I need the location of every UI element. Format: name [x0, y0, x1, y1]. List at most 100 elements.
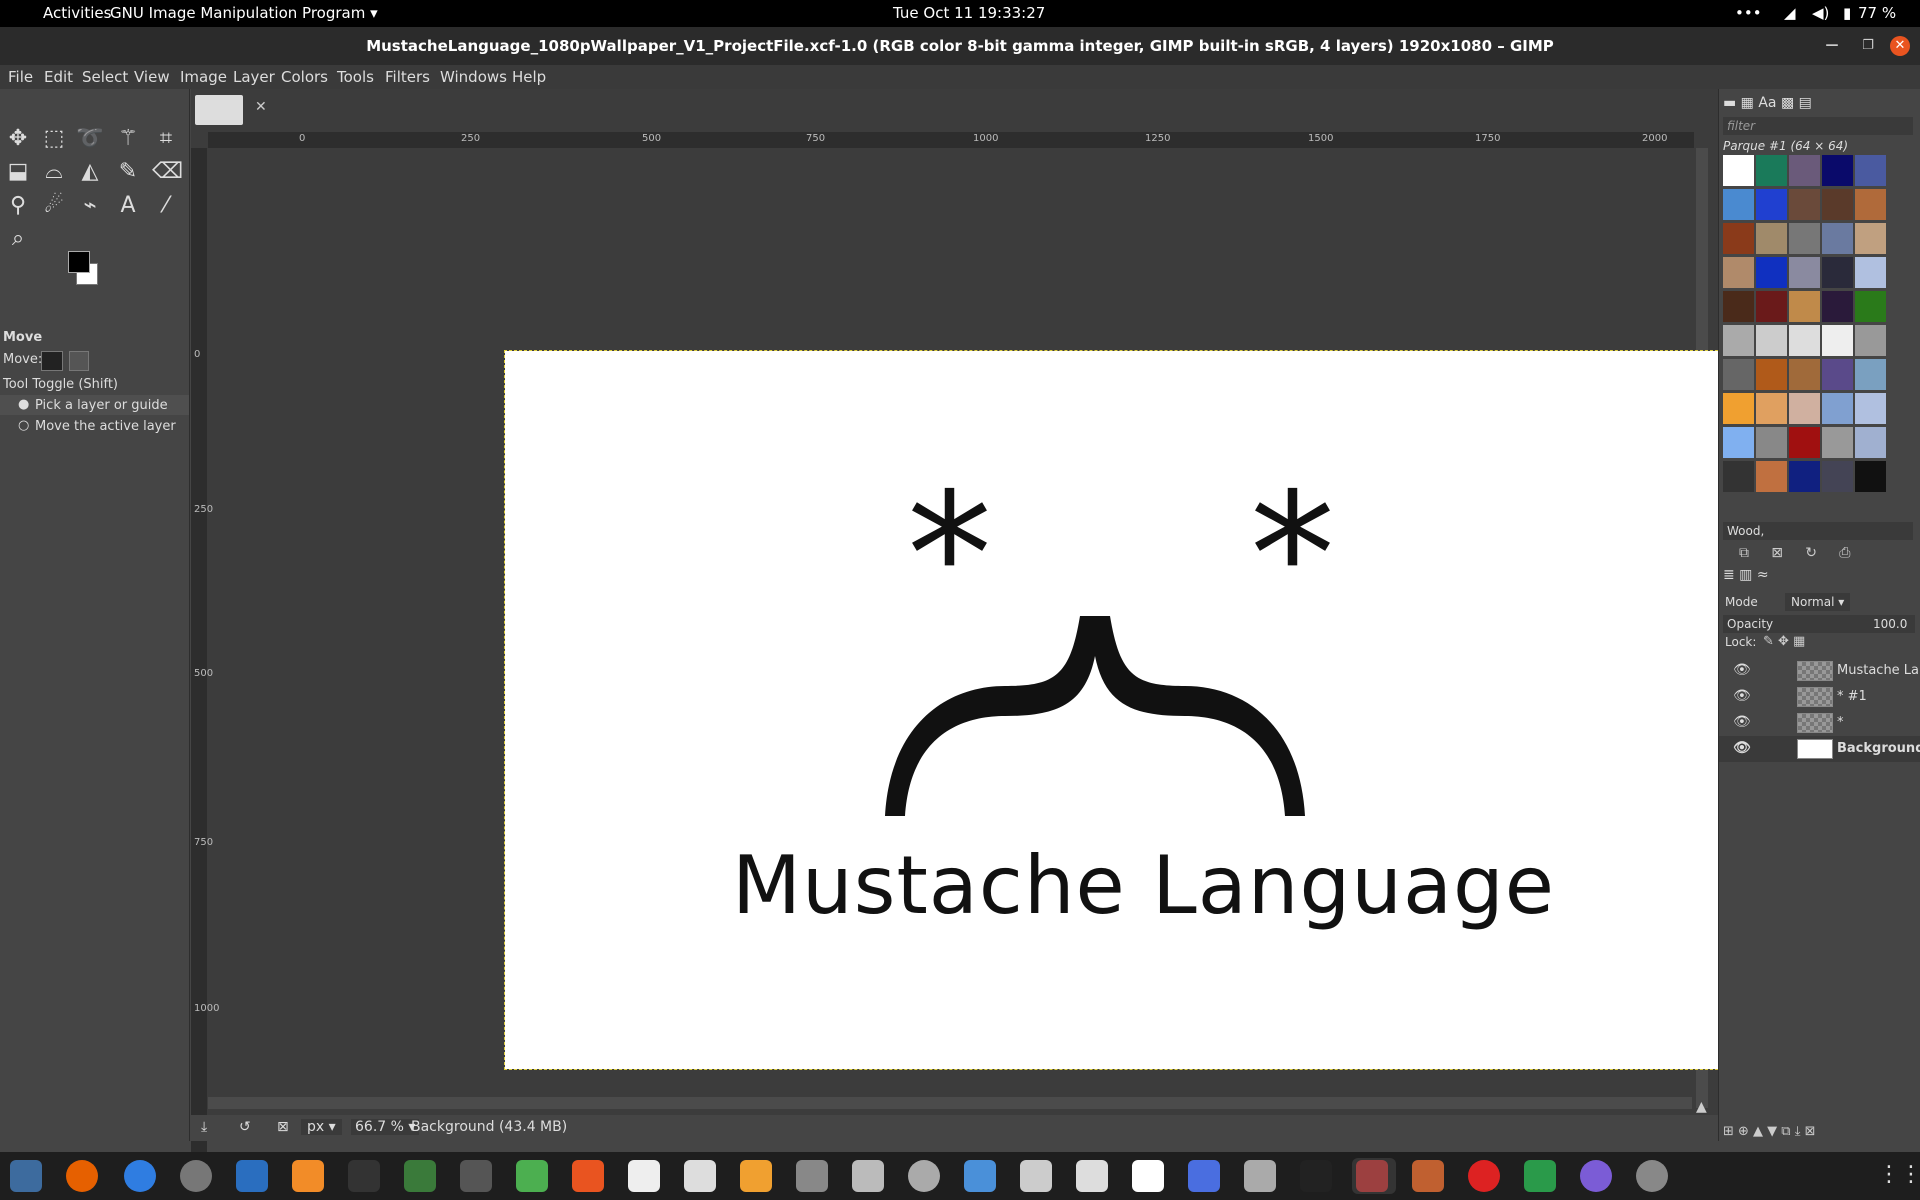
horizontal-scrollbar[interactable] [208, 1097, 1692, 1109]
maximize-button[interactable]: ❐ [1858, 36, 1878, 56]
zoom-selector[interactable]: 66.7 % ▾ [351, 1119, 420, 1135]
close-button[interactable]: ✕ [1890, 36, 1910, 56]
foreground-color-swatch[interactable] [68, 251, 90, 273]
pattern-swatch[interactable] [1822, 257, 1853, 288]
text-tool-icon[interactable]: A [114, 192, 142, 220]
pattern-swatch[interactable] [1723, 359, 1754, 390]
app-files[interactable] [852, 1160, 884, 1192]
layer-row-active[interactable]: 👁 Background [1719, 736, 1920, 762]
app-display[interactable] [460, 1160, 492, 1192]
transform-icon[interactable]: ⬓ [4, 158, 32, 186]
app-archive[interactable] [1244, 1160, 1276, 1192]
pattern-swatch[interactable] [1855, 155, 1886, 186]
menu-image[interactable]: Image [180, 68, 227, 86]
pattern-swatch[interactable] [1789, 461, 1820, 492]
pattern-swatch[interactable] [1723, 291, 1754, 322]
pattern-swatch[interactable] [1756, 325, 1787, 356]
app-clock[interactable] [908, 1160, 940, 1192]
app-viewer[interactable] [1020, 1160, 1052, 1192]
dock-tab-icons[interactable]: ▬ ▦ Aa ▩ ▤ [1723, 95, 1812, 111]
pattern-swatch[interactable] [1756, 461, 1787, 492]
menu-select[interactable]: Select [82, 68, 128, 86]
pattern-swatch[interactable] [1723, 257, 1754, 288]
visibility-eye-icon[interactable]: 👁 [1733, 714, 1751, 730]
paintbrush-icon[interactable]: ✎ [114, 158, 142, 186]
app-manager[interactable] [964, 1160, 996, 1192]
pattern-swatch[interactable] [1756, 189, 1787, 220]
app-calculator[interactable] [740, 1160, 772, 1192]
app-alert[interactable] [1468, 1160, 1500, 1192]
move-selection-mode-button[interactable] [69, 351, 89, 371]
battery-icon[interactable]: ▮ [1843, 4, 1851, 22]
app-fonts[interactable] [1076, 1160, 1108, 1192]
pattern-swatch[interactable] [1855, 325, 1886, 356]
opacity-slider[interactable]: Opacity 100.0 [1723, 615, 1915, 633]
move-tool-icon[interactable]: ✥ [4, 125, 32, 153]
app-terminal[interactable] [348, 1160, 380, 1192]
app-text-editor[interactable] [628, 1160, 660, 1192]
color-picker-icon[interactable]: ⁄ [152, 192, 180, 220]
menu-view[interactable]: View [134, 68, 170, 86]
visibility-eye-icon[interactable]: 👁 [1733, 688, 1751, 704]
navigate-icon[interactable]: ▲ [1696, 1099, 1707, 1115]
app-vlc[interactable] [292, 1160, 324, 1192]
overflow-icon[interactable]: ••• [1735, 4, 1762, 22]
pattern-swatch[interactable] [1822, 291, 1853, 322]
pattern-swatch[interactable] [1822, 325, 1853, 356]
app-vim[interactable] [404, 1160, 436, 1192]
pattern-swatch[interactable] [1789, 359, 1820, 390]
pattern-swatch[interactable] [1822, 427, 1853, 458]
image-canvas[interactable]: * * Mustache Language [504, 350, 1783, 1070]
pattern-swatch[interactable] [1756, 427, 1787, 458]
paths-icon[interactable]: ⌁ [76, 192, 104, 220]
pattern-swatch[interactable] [1723, 155, 1754, 186]
pattern-swatch[interactable] [1723, 461, 1754, 492]
wifi-icon[interactable]: ◢ [1784, 4, 1796, 22]
eraser-icon[interactable]: ⌫ [152, 158, 183, 186]
pattern-swatch[interactable] [1756, 359, 1787, 390]
bucket-fill-icon[interactable]: ◭ [76, 158, 104, 186]
pattern-swatch[interactable] [1789, 223, 1820, 254]
pattern-swatch[interactable] [1822, 189, 1853, 220]
pattern-swatch[interactable] [1723, 427, 1754, 458]
volume-icon[interactable]: ◀) [1812, 4, 1829, 22]
pattern-swatch[interactable] [1723, 189, 1754, 220]
menu-tools[interactable]: Tools [337, 68, 374, 86]
app-store[interactable] [572, 1160, 604, 1192]
pattern-swatch[interactable] [1855, 393, 1886, 424]
move-layer-mode-button[interactable] [41, 351, 63, 371]
pattern-swatch[interactable] [1789, 155, 1820, 186]
app-writer[interactable] [236, 1160, 268, 1192]
menu-file[interactable]: File [8, 68, 33, 86]
option-move-active[interactable]: ○ Move the active layer [0, 416, 189, 436]
pattern-action-icons[interactable]: ⧉ ⊠ ↻ ⎙ [1739, 545, 1850, 561]
menu-help[interactable]: Help [512, 68, 546, 86]
warp-icon[interactable]: ⌓ [40, 158, 68, 186]
pattern-swatch[interactable] [1756, 223, 1787, 254]
pattern-swatch[interactable] [1822, 359, 1853, 390]
zoom-tool-icon[interactable]: ⌕ [4, 225, 32, 253]
pattern-swatch[interactable] [1855, 189, 1886, 220]
app-music[interactable] [1300, 1160, 1332, 1192]
pattern-swatch[interactable] [1789, 427, 1820, 458]
pattern-swatch[interactable] [1723, 393, 1754, 424]
visibility-eye-icon[interactable]: 👁 [1733, 662, 1751, 678]
fuzzy-select-icon[interactable]: ⚚ [114, 125, 142, 153]
pattern-swatch[interactable] [1822, 223, 1853, 254]
show-apps-icon[interactable]: ⋮⋮⋮ [1878, 1162, 1920, 1187]
app-search[interactable] [796, 1160, 828, 1192]
pattern-swatch[interactable] [1855, 359, 1886, 390]
pattern-swatch[interactable] [1756, 155, 1787, 186]
menu-filters[interactable]: Filters [385, 68, 430, 86]
pattern-swatch[interactable] [1756, 291, 1787, 322]
pattern-swatch[interactable] [1789, 291, 1820, 322]
pattern-swatch[interactable] [1855, 427, 1886, 458]
pattern-swatch[interactable] [1855, 461, 1886, 492]
app-add[interactable] [516, 1160, 548, 1192]
clock[interactable]: Tue Oct 11 19:33:27 [893, 4, 1045, 22]
app-charts[interactable] [684, 1160, 716, 1192]
pattern-swatch[interactable] [1855, 257, 1886, 288]
unit-selector[interactable]: px ▾ [301, 1119, 342, 1135]
pattern-swatch[interactable] [1723, 223, 1754, 254]
app-screenshot[interactable] [1188, 1160, 1220, 1192]
